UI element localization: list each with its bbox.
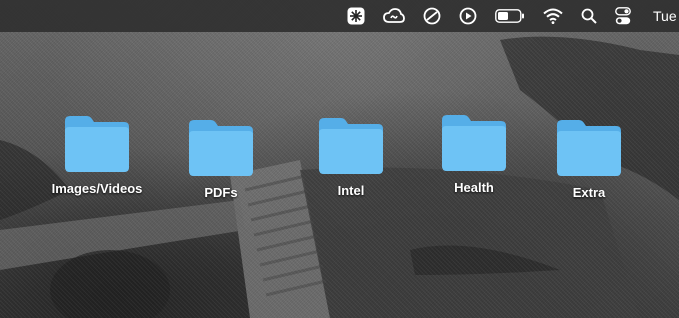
circle-slash-icon[interactable] xyxy=(423,0,441,32)
menu-bar: Tue xyxy=(0,0,679,32)
battery-icon[interactable] xyxy=(495,0,525,32)
folder-icon xyxy=(442,115,506,171)
wifi-icon[interactable] xyxy=(543,0,563,32)
folder-label: Health xyxy=(454,180,494,195)
desktop-folder-pdfs[interactable]: PDFs xyxy=(166,117,276,200)
desktop-folder-extra[interactable]: Extra xyxy=(534,117,644,200)
folder-label: Intel xyxy=(337,183,365,198)
folder-label: Images/Videos xyxy=(51,181,143,196)
folder-icon xyxy=(557,120,621,176)
folder-label: Extra xyxy=(572,185,606,200)
desktop-folder-images-videos[interactable]: Images/Videos xyxy=(42,113,152,196)
control-center-icon[interactable] xyxy=(615,0,631,32)
desktop-folder-health[interactable]: Health xyxy=(419,112,529,195)
folder-icon xyxy=(65,116,129,172)
folder-label: PDFs xyxy=(204,185,238,200)
folder-icon xyxy=(189,120,253,176)
folder-icon xyxy=(319,118,383,174)
creative-cloud-icon[interactable] xyxy=(383,0,405,32)
menu-bar-clock[interactable]: Tue xyxy=(653,8,679,24)
app-status-icon[interactable] xyxy=(347,0,365,32)
desktop-folder-intel[interactable]: Intel xyxy=(296,115,406,198)
spotlight-search-icon[interactable] xyxy=(581,0,597,32)
play-circle-icon[interactable] xyxy=(459,0,477,32)
